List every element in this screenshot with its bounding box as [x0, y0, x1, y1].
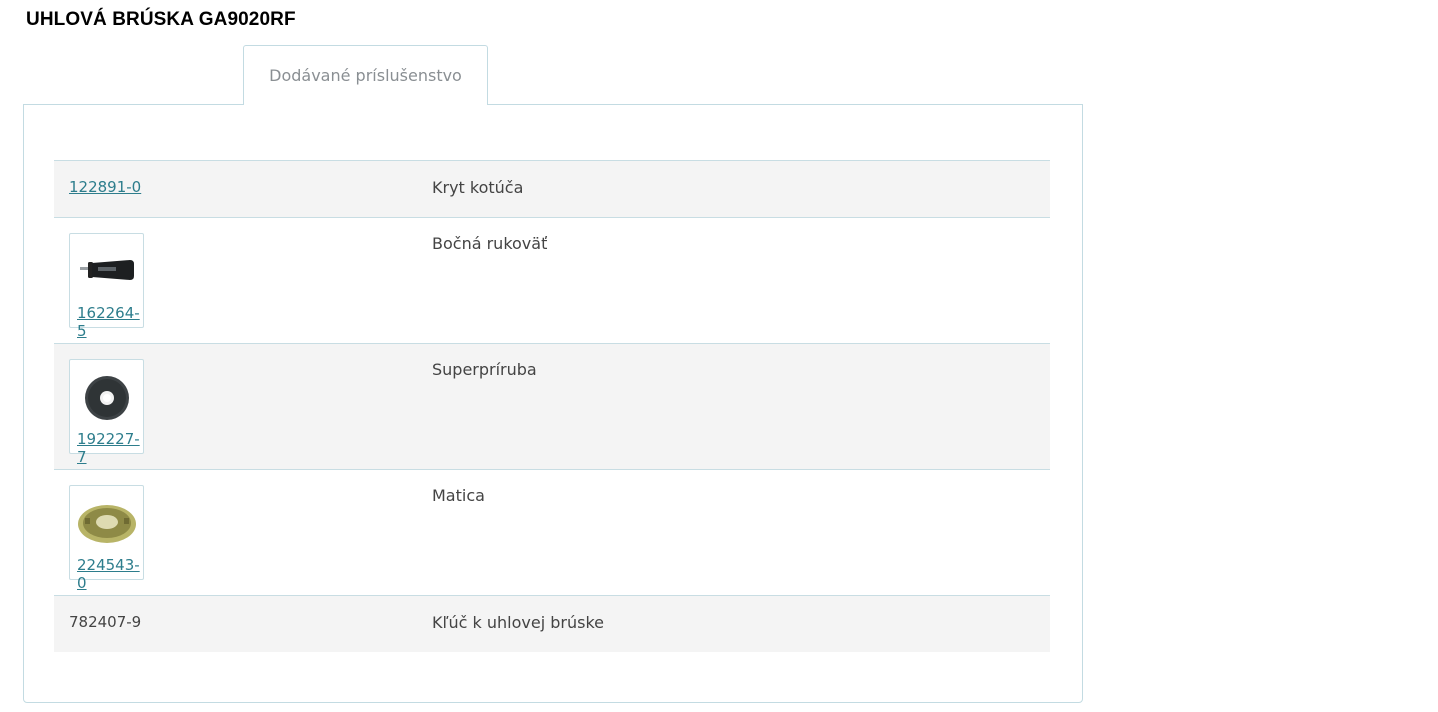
accessories-table: 122891-0 Kryt kotúča 162264-5 Bočná ruko… [54, 160, 1050, 652]
side-handle-icon [80, 260, 134, 280]
part-description: Kryt kotúča [432, 178, 524, 197]
tab-supplied-accessories[interactable]: Dodávané príslušenstvo [243, 45, 488, 105]
flange-icon [85, 376, 129, 420]
part-thumbnail[interactable]: 224543-0 [69, 485, 144, 592]
part-number-link[interactable]: 122891-0 [69, 178, 141, 196]
part-description: Matica [432, 486, 485, 505]
part-number-link[interactable]: 162264-5 [77, 304, 143, 340]
table-row: 782407-9 Kľúč k uhlovej brúske [54, 595, 1050, 652]
page-title: UHLOVÁ BRÚSKA GA9020RF [26, 9, 296, 30]
part-description: Bočná rukoväť [432, 234, 548, 253]
part-thumbnail[interactable]: 162264-5 [69, 233, 144, 340]
table-row: 224543-0 Matica [54, 469, 1050, 595]
tab-label: Dodávané príslušenstvo [269, 66, 462, 85]
part-number-link[interactable]: 224543-0 [77, 556, 143, 592]
part-description: Kľúč k uhlovej brúske [432, 613, 604, 632]
part-thumbnail[interactable]: 192227-7 [69, 359, 144, 466]
accessories-panel: 122891-0 Kryt kotúča 162264-5 Bočná ruko… [23, 104, 1083, 703]
lock-nut-icon [78, 505, 136, 543]
table-row: 192227-7 Superpríruba [54, 343, 1050, 469]
part-number: 782407-9 [69, 613, 142, 631]
table-row: 122891-0 Kryt kotúča [54, 160, 1050, 217]
part-description: Superpríruba [432, 360, 537, 379]
part-number-link[interactable]: 192227-7 [77, 430, 143, 466]
table-row: 162264-5 Bočná rukoväť [54, 217, 1050, 343]
